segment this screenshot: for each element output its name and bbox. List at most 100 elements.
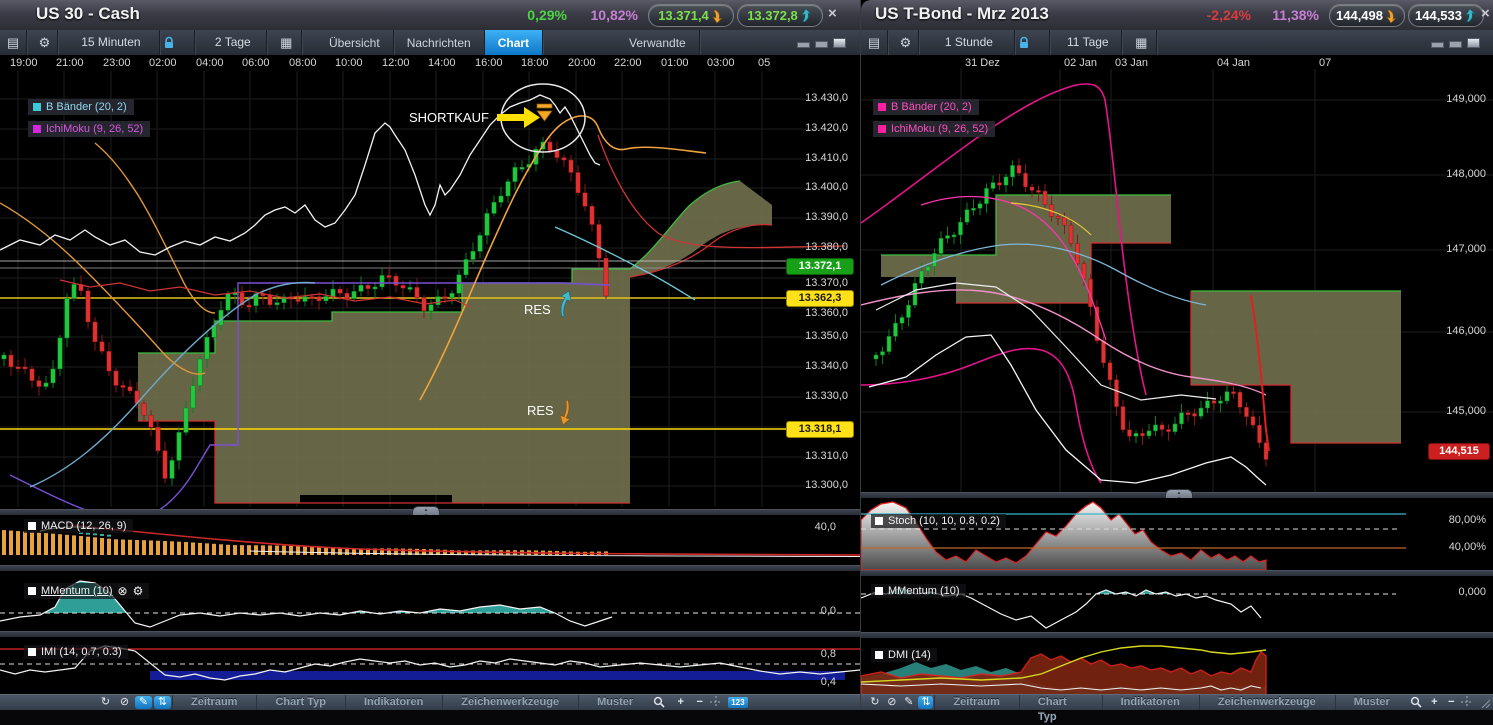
momentum-pane[interactable]: MMentum (10) 0,000 bbox=[861, 576, 1493, 632]
calendar-icon[interactable]: ▦ bbox=[1126, 30, 1158, 55]
zoom-in-icon[interactable]: + bbox=[1427, 696, 1442, 709]
disable-drawing-icon[interactable]: ⊘ bbox=[116, 696, 133, 709]
pencil-icon[interactable]: ✎ bbox=[901, 696, 916, 709]
muster-button[interactable]: Muster bbox=[1334, 695, 1409, 710]
list-icon[interactable]: ▤ bbox=[861, 30, 888, 55]
arrow-down-icon bbox=[1386, 9, 1397, 23]
updown-icon[interactable]: ⇅ bbox=[154, 696, 171, 709]
page-title: US 30 - Cash bbox=[36, 4, 140, 23]
zoom-search-icon[interactable] bbox=[653, 696, 670, 709]
zoom-out-icon[interactable]: − bbox=[691, 696, 708, 709]
pane-close-icon[interactable]: ⊗ bbox=[118, 584, 128, 598]
buy-price-button[interactable]: 13.372,8 bbox=[737, 4, 823, 27]
zeitraum-button[interactable]: Zeitraum bbox=[934, 695, 1018, 710]
gear-icon[interactable]: ⚙ bbox=[892, 30, 920, 55]
time-tick: 12:00 bbox=[382, 57, 410, 69]
period-select[interactable]: 11 Tage bbox=[1055, 30, 1122, 55]
minimize-icon[interactable] bbox=[797, 42, 810, 48]
legend-ichimoku[interactable]: IchiMoku (9, 26, 52) bbox=[28, 121, 151, 137]
stoch-scale-upper: 80,00% bbox=[1448, 514, 1486, 526]
us30-chart-area[interactable]: 19:00 21:00 23:00 02:00 04:00 06:00 08:0… bbox=[0, 55, 860, 695]
ichimoku-cloud bbox=[138, 269, 630, 503]
close-icon[interactable]: × bbox=[1481, 5, 1490, 22]
maximize-icon[interactable] bbox=[1467, 38, 1480, 48]
imi-pane-label[interactable]: IMI (14, 0.7, 0.3) bbox=[24, 645, 128, 659]
zeichenwerkzeuge-button[interactable]: Zeichenwerkzeuge bbox=[1198, 695, 1335, 710]
zoom-out-icon[interactable]: − bbox=[1444, 696, 1459, 709]
level-badge-upper: 13.362,3 bbox=[786, 290, 854, 307]
sell-price-button[interactable]: 13.371,4 bbox=[648, 4, 734, 27]
zeichenwerkzeuge-button[interactable]: Zeichenwerkzeuge bbox=[442, 695, 578, 710]
timeframe-select[interactable]: 1 Stunde bbox=[924, 30, 1015, 55]
numbers-toggle-icon[interactable]: 123 bbox=[728, 697, 748, 708]
crosshair-icon[interactable] bbox=[1460, 696, 1476, 709]
lock-icon[interactable] bbox=[1019, 30, 1051, 55]
buy-price-button[interactable]: 144,533 bbox=[1408, 4, 1484, 27]
macd-pane[interactable]: MACD (12, 26, 9) 40,0 bbox=[0, 515, 860, 565]
period-select[interactable]: 2 Tage bbox=[200, 30, 267, 55]
page-title: US T-Bond - Mrz 2013 bbox=[875, 4, 1049, 23]
last-price-badge: 13.372,1 bbox=[786, 258, 854, 275]
zoom-search-icon[interactable] bbox=[1410, 696, 1425, 709]
momentum-pane-label[interactable]: MMentum (10) bbox=[871, 584, 966, 598]
sell-price-button[interactable]: 144,498 bbox=[1329, 4, 1405, 27]
dmi-pane[interactable]: DMI (14) bbox=[861, 638, 1493, 695]
indikatoren-button[interactable]: Indikatoren bbox=[1101, 695, 1199, 710]
chart-typ-button[interactable]: Chart Typ bbox=[1018, 695, 1102, 723]
tab-nachrichten[interactable]: Nachrichten bbox=[394, 30, 485, 55]
muster-button[interactable]: Muster bbox=[578, 695, 652, 710]
calendar-icon[interactable]: ▦ bbox=[271, 30, 303, 55]
pane-settings-icon[interactable]: ⚙ bbox=[133, 584, 144, 598]
list-icon[interactable]: ▤ bbox=[0, 30, 27, 55]
momentum-pane-label[interactable]: MMentum (10) ⊗ ⚙ bbox=[24, 583, 150, 599]
stoch-pane-label[interactable]: Stoch (10, 10, 0.8, 0.2) bbox=[871, 514, 1006, 528]
legend-bbands[interactable]: B Bänder (20, 2) bbox=[873, 99, 979, 115]
legend-ichimoku[interactable]: IchiMoku (9, 26, 52) bbox=[873, 121, 996, 137]
restore-icon[interactable] bbox=[815, 41, 828, 48]
zoom-in-icon[interactable]: + bbox=[672, 696, 689, 709]
stoch-pane[interactable]: Stoch (10, 10, 0.8, 0.2) 80,00% 40,00% bbox=[861, 498, 1493, 570]
time-tick: 14:00 bbox=[428, 57, 456, 69]
crosshair-icon[interactable] bbox=[710, 696, 727, 709]
maximize-icon[interactable] bbox=[833, 38, 846, 48]
sell-price: 13.371,4 bbox=[658, 8, 709, 23]
imi-pane[interactable]: IMI (14, 0.7, 0.3) 0,8 0,4 bbox=[0, 637, 860, 695]
lock-icon[interactable] bbox=[164, 30, 196, 55]
gear-icon[interactable]: ⚙ bbox=[31, 30, 59, 55]
trading-workspace: { "window": {"close_label": "×"}, "botto… bbox=[0, 0, 1493, 723]
ichimoku-swatch-icon bbox=[33, 125, 41, 133]
legend-ichimoku-label: IchiMoku (9, 26, 52) bbox=[46, 123, 144, 135]
chart-typ-button[interactable]: Chart Typ bbox=[256, 695, 345, 710]
tbond-chart-area[interactable]: 31 Dez 02 Jan 03 Jan 04 Jan 07 149,000 1… bbox=[861, 55, 1493, 695]
tab-uebersicht[interactable]: Übersicht bbox=[316, 30, 394, 55]
window-controls bbox=[1431, 38, 1480, 48]
price-tick: 147,000 bbox=[1446, 243, 1486, 255]
momentum-pane[interactable]: MMentum (10) ⊗ ⚙ 0,0 bbox=[0, 571, 860, 631]
refresh-icon[interactable]: ↻ bbox=[867, 696, 882, 709]
timeframe-select[interactable]: 15 Minuten bbox=[63, 30, 160, 55]
refresh-icon[interactable]: ↻ bbox=[97, 696, 114, 709]
tab-verwandte[interactable]: Verwandte bbox=[616, 30, 700, 55]
indikatoren-button[interactable]: Indikatoren bbox=[345, 695, 442, 710]
minimize-icon[interactable] bbox=[1431, 42, 1444, 48]
shortkauf-arrow bbox=[497, 114, 524, 121]
macd-pane-label[interactable]: MACD (12, 26, 9) bbox=[24, 519, 133, 533]
resize-grip-icon[interactable] bbox=[1478, 696, 1493, 709]
buy-price: 13.372,8 bbox=[747, 8, 798, 23]
close-icon[interactable]: × bbox=[828, 5, 837, 22]
pencil-icon[interactable]: ✎ bbox=[135, 696, 152, 709]
zeitraum-button[interactable]: Zeitraum bbox=[172, 695, 256, 710]
momentum-scale-label: 0,000 bbox=[1458, 586, 1486, 598]
time-tick: 04 Jan bbox=[1217, 57, 1251, 69]
price-tick: 13.420,0 bbox=[805, 122, 848, 134]
tab-chart[interactable]: Chart bbox=[484, 30, 544, 55]
restore-icon[interactable] bbox=[1449, 41, 1462, 48]
dmi-pane-label[interactable]: DMI (14) bbox=[871, 648, 937, 662]
disable-drawing-icon[interactable]: ⊘ bbox=[884, 696, 899, 709]
time-tick: 18:00 bbox=[521, 57, 549, 69]
updown-icon[interactable]: ⇅ bbox=[918, 696, 934, 709]
ichimoku-future-cloud bbox=[630, 181, 772, 277]
arrow-up-icon bbox=[801, 8, 812, 22]
legend-bbands[interactable]: B Bänder (20, 2) bbox=[28, 99, 134, 115]
price-tick: 145,000 bbox=[1446, 405, 1486, 417]
